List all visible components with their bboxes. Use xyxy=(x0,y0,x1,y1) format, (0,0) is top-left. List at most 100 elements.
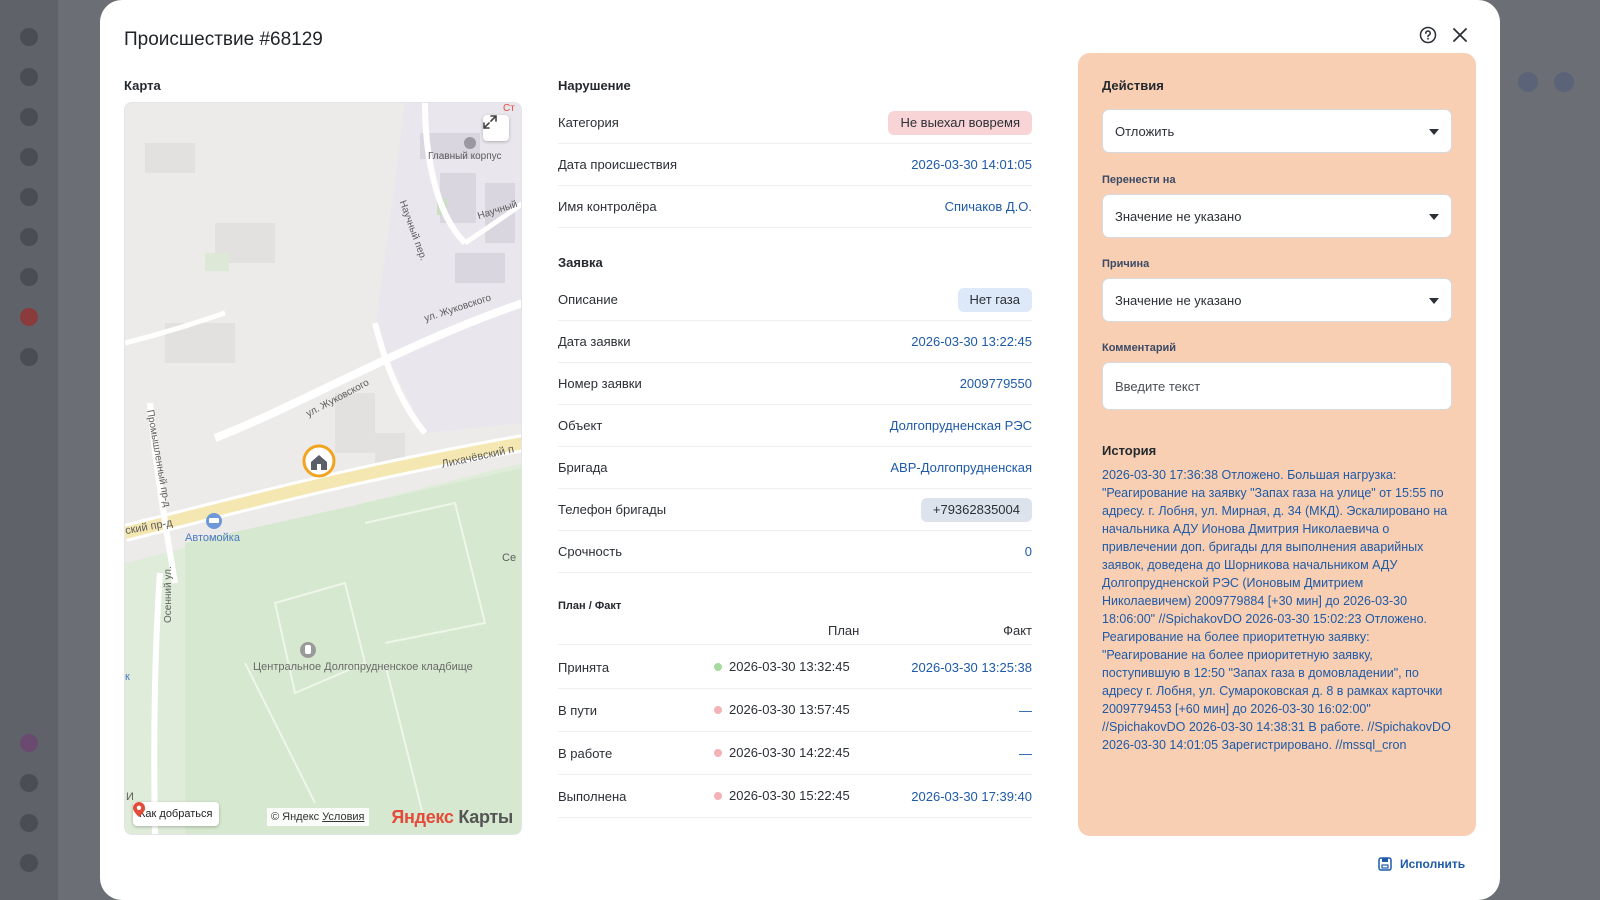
background-sidebar xyxy=(0,0,58,900)
stage-label: В работе xyxy=(558,746,613,761)
stage-label: Принята xyxy=(558,660,610,675)
plan-fact-row: Принята 2026-03-30 13:32:45 2026-03-30 1… xyxy=(558,646,1032,689)
background-nav-icon xyxy=(20,774,38,792)
home-marker-icon[interactable] xyxy=(302,444,336,478)
plan-fact-row: В работе 2026-03-30 14:22:45 — xyxy=(558,732,1032,775)
route-button-label: Как добраться xyxy=(139,808,213,820)
brigade-row: Бригада АВР-Долгопрудненская xyxy=(558,447,1032,489)
background-nav-icon xyxy=(20,734,38,752)
background-nav-icon xyxy=(20,348,38,366)
comment-placeholder: Введите текст xyxy=(1115,378,1201,394)
map-place-label: Автомойка xyxy=(185,532,240,544)
brigade-key: Бригада xyxy=(558,460,608,475)
postpone-label: Перенести на xyxy=(1102,174,1176,186)
map-street-label: Осенний ул. xyxy=(163,566,174,623)
fact-time[interactable]: 2026-03-30 17:39:40 xyxy=(911,789,1032,804)
urgency-row: Срочность 0 xyxy=(558,531,1032,573)
incident-date-key: Дата происшествия xyxy=(558,157,677,172)
request-number-key: Номер заявки xyxy=(558,376,642,391)
actions-section-label: Действия xyxy=(1102,78,1164,93)
controller-value[interactable]: Спичаков Д.О. xyxy=(945,199,1032,214)
map-section-label: Карта xyxy=(124,78,161,93)
request-number-row: Номер заявки 2009779550 xyxy=(558,363,1032,405)
save-icon xyxy=(1378,857,1392,871)
action-select-value: Отложить xyxy=(1115,123,1175,139)
map-copyright: © Яндекс Условия xyxy=(267,808,369,826)
comment-label: Комментарий xyxy=(1102,342,1177,354)
brigade-phone-row: Телефон бригады +79362835004 xyxy=(558,489,1032,531)
background-nav-icon xyxy=(20,108,38,126)
background-nav-icon xyxy=(20,148,38,166)
object-value[interactable]: Долгопрудненская РЭС xyxy=(890,418,1032,433)
map-brand-b: Карты xyxy=(453,807,513,827)
fact-time[interactable]: 2026-03-30 13:25:38 xyxy=(911,660,1032,675)
map-place-label: Главный корпус xyxy=(428,151,502,162)
plan-fact-row: В пути 2026-03-30 13:57:45 — xyxy=(558,689,1032,732)
reason-label: Причина xyxy=(1102,258,1150,270)
description-row: Описание Нет газа xyxy=(558,279,1032,321)
request-date-value[interactable]: 2026-03-30 13:22:45 xyxy=(911,334,1032,349)
postpone-select[interactable]: Значение не указано xyxy=(1102,194,1452,238)
modal-title: Происшествие #68129 xyxy=(124,29,323,50)
status-dot xyxy=(714,791,722,800)
map-expand-button[interactable] xyxy=(483,115,509,141)
chevron-down-icon xyxy=(1429,129,1439,135)
request-date-row: Дата заявки 2026-03-30 13:22:45 xyxy=(558,321,1032,363)
fact-time: — xyxy=(1019,703,1032,718)
background-nav-icon xyxy=(20,28,38,46)
background-nav-icon xyxy=(20,268,38,286)
brigade-phone-badge[interactable]: +79362835004 xyxy=(920,497,1032,522)
brigade-value[interactable]: АВР-Долгопрудненская xyxy=(890,460,1032,475)
request-number-value[interactable]: 2009779550 xyxy=(960,376,1032,391)
controller-key: Имя контролёра xyxy=(558,199,657,214)
chevron-down-icon xyxy=(1429,214,1439,220)
yandex-maps-logo[interactable]: Яндекс Карты xyxy=(391,807,513,828)
close-icon[interactable] xyxy=(1450,25,1470,45)
plan-fact-row: Выполнена 2026-03-30 15:22:45 2026-03-30… xyxy=(558,775,1032,818)
car-wash-icon xyxy=(206,513,222,529)
request-date-key: Дата заявки xyxy=(558,334,631,349)
background-nav-icon xyxy=(20,854,38,872)
submit-button[interactable]: Исполнить xyxy=(1378,857,1465,871)
urgency-key: Срочность xyxy=(558,544,622,559)
map-place-label: Ст xyxy=(503,103,515,114)
map-place-label: к xyxy=(125,671,130,683)
request-section-label: Заявка xyxy=(558,255,603,270)
map-canvas xyxy=(125,103,521,834)
chevron-down-icon xyxy=(1429,298,1439,304)
location-pin-icon xyxy=(133,802,145,817)
urgency-value: 0 xyxy=(1024,544,1032,559)
background-avatar xyxy=(1554,72,1574,92)
plan-cell: 2026-03-30 13:57:45 xyxy=(714,702,850,717)
map-terms-link[interactable]: Условия xyxy=(322,811,364,823)
category-row: Категория Не выехал вовремя xyxy=(558,102,1032,144)
help-icon[interactable] xyxy=(1418,25,1438,45)
plan-cell: 2026-03-30 14:22:45 xyxy=(714,745,850,760)
fact-column-header: Факт xyxy=(1003,623,1032,638)
plan-time: 2026-03-30 14:22:45 xyxy=(729,745,850,760)
plan-cell: 2026-03-30 15:22:45 xyxy=(714,788,850,803)
reason-select[interactable]: Значение не указано xyxy=(1102,278,1452,322)
incident-date-row: Дата происшествия 2026-03-30 14:01:05 xyxy=(558,144,1032,186)
incident-modal: Происшествие #68129 Карта Главный корпус… xyxy=(100,0,1500,900)
history-log: 2026-03-30 17:36:38 Отложено. Большая на… xyxy=(1102,468,1451,752)
submit-button-label: Исполнить xyxy=(1400,857,1466,871)
plan-time: 2026-03-30 13:32:45 xyxy=(729,659,850,674)
background-nav-icon xyxy=(20,228,38,246)
map-view[interactable]: Главный корпус Ст Научный пер. Научный у… xyxy=(124,102,522,835)
route-button[interactable]: Как добраться xyxy=(133,802,220,826)
background-nav-icon xyxy=(20,188,38,206)
brigade-phone-key: Телефон бригады xyxy=(558,502,667,517)
actions-panel: Действия Отложить Перенести на Значение … xyxy=(1078,53,1476,836)
incident-date-value[interactable]: 2026-03-30 14:01:05 xyxy=(911,157,1032,172)
action-select[interactable]: Отложить xyxy=(1102,109,1452,153)
postpone-select-value: Значение не указано xyxy=(1115,208,1242,224)
controller-row: Имя контролёра Спичаков Д.О. xyxy=(558,186,1032,228)
plan-time: 2026-03-30 13:57:45 xyxy=(729,702,850,717)
status-dot xyxy=(714,705,722,714)
background-avatar xyxy=(1518,72,1538,92)
stage-label: В пути xyxy=(558,703,598,718)
description-key: Описание xyxy=(558,292,618,307)
plan-fact-label: План / Факт xyxy=(558,600,622,612)
comment-input[interactable]: Введите текст xyxy=(1102,362,1452,410)
